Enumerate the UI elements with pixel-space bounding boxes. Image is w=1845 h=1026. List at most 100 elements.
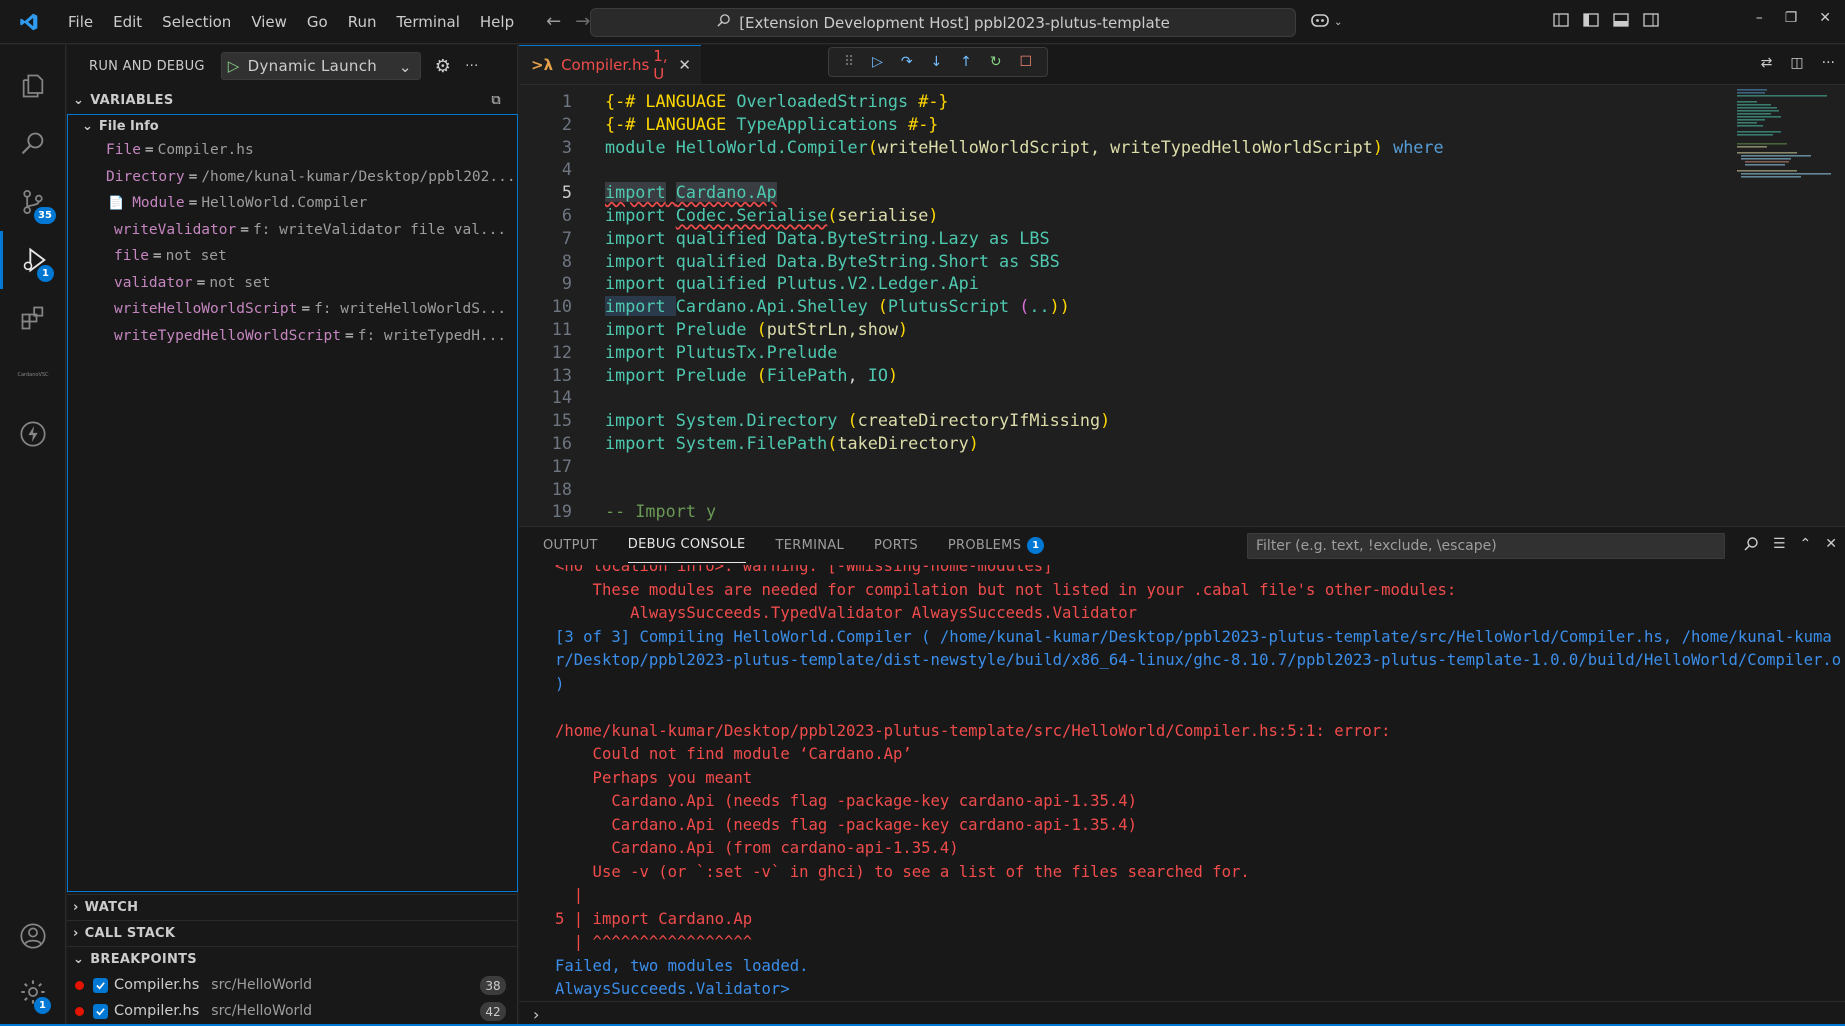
tab-terminal[interactable]: TERMINAL — [776, 527, 845, 563]
manage-gear-icon[interactable]: 1 — [0, 963, 66, 1021]
minimize-icon[interactable]: – — [1756, 10, 1763, 26]
search-view-icon[interactable] — [0, 115, 66, 173]
copilot-icon — [1310, 11, 1330, 33]
menu-file[interactable]: File — [58, 0, 103, 44]
code-editor[interactable]: 1 {-# LANGUAGE OverloadedStrings #-} 2 {… — [519, 86, 1719, 525]
open-changes-icon[interactable]: ⇄ — [1761, 55, 1773, 71]
step-out-icon[interactable]: ↑ — [960, 54, 972, 70]
code-token: ( — [827, 204, 838, 225]
menu-terminal[interactable]: Terminal — [387, 0, 470, 44]
close-tab-icon[interactable]: ✕ — [678, 56, 691, 74]
filter-search-icon[interactable] — [1743, 536, 1759, 556]
code-token: putStrLn,show — [766, 318, 899, 339]
code-token: Plutus.V2.Ledger.Api — [776, 273, 979, 294]
editor-actions: ⇄ ◫ ··· — [1761, 55, 1835, 71]
menu-edit[interactable]: Edit — [103, 0, 152, 44]
step-into-icon[interactable]: ↓ — [931, 54, 943, 70]
code-token: qualified — [675, 273, 777, 294]
run-debug-icon[interactable]: 1 — [0, 231, 66, 289]
breakpoint-path: src/HelloWorld — [211, 1003, 313, 1019]
launch-config-select[interactable]: ▷ Dynamic Launch ⌄ — [220, 52, 421, 80]
copilot-menu[interactable]: ⌄ — [1310, 11, 1350, 33]
tab-debug-console[interactable]: DEBUG CONSOLE — [627, 527, 746, 563]
code-token: where — [1393, 136, 1444, 157]
menu-run[interactable]: Run — [338, 0, 387, 44]
breakpoint-row[interactable]: Compiler.hs src/HelloWorld 38 — [67, 972, 518, 998]
breakpoint-line-badge: 38 — [480, 976, 506, 995]
collapse-all-icon[interactable]: ⧉ — [491, 93, 501, 108]
code-token: import — [605, 227, 676, 248]
forward-arrow-icon[interactable]: → — [575, 11, 590, 32]
customize-layout-icon[interactable] — [1553, 12, 1569, 32]
variable-equals: = — [152, 248, 162, 265]
variable-row[interactable]: writeValidator = f: writeValidator file v… — [68, 217, 517, 244]
breakpoints-section-header[interactable]: ⌄ BREAKPOINTS — [67, 946, 518, 972]
breakpoint-checkbox[interactable] — [93, 977, 108, 993]
clear-console-icon[interactable]: ☰ — [1773, 536, 1786, 556]
thunder-icon[interactable] — [0, 405, 66, 463]
variable-row[interactable]: file = not set — [68, 243, 517, 270]
scm-badge: 35 — [34, 207, 56, 224]
tab-ports[interactable]: PORTS — [874, 527, 918, 563]
code-token: Prelude — [675, 364, 747, 385]
source-control-icon[interactable]: 35 — [0, 173, 66, 231]
menu-selection[interactable]: Selection — [152, 0, 241, 44]
variable-row[interactable]: writeTypedHelloWorldScript = f: writeType… — [68, 323, 517, 350]
minimap[interactable] — [1733, 86, 1845, 525]
variables-section-header[interactable]: ⌄ VARIABLES ⧉ — [67, 87, 517, 113]
drag-handle-icon[interactable]: ⠿ — [844, 54, 854, 70]
variable-row[interactable]: validator = not set — [68, 270, 517, 297]
line-number: 11 — [551, 318, 572, 339]
toggle-panel-icon[interactable] — [1613, 12, 1629, 32]
callstack-section-header[interactable]: › CALL STACK — [67, 920, 518, 946]
code-token: import — [605, 318, 676, 339]
variable-row[interactable]: Directory =/home/kunal-kumar/Desktop/ppbl… — [68, 164, 517, 191]
command-center[interactable]: [Extension Development Host] ppbl2023-pl… — [590, 8, 1296, 37]
console-filter-input[interactable]: Filter (e.g. text, !exclude, \escape) — [1247, 533, 1725, 559]
breakpoint-row[interactable]: Compiler.hs src/HelloWorld 42 — [67, 998, 518, 1024]
breakpoint-checkbox[interactable] — [93, 1003, 108, 1019]
step-over-icon[interactable]: ↷ — [901, 54, 913, 70]
console-input[interactable]: › — [519, 1001, 1845, 1026]
watch-section-header[interactable]: › WATCH — [67, 894, 518, 920]
chevron-down-icon: ⌄ — [73, 92, 85, 108]
variable-row[interactable]: writeHelloWorldScript = f: writeHelloWorl… — [68, 296, 517, 323]
variable-row[interactable]: 📄 Module = HelloWorld.Compiler — [68, 190, 517, 217]
tab-output[interactable]: OUTPUT — [543, 527, 598, 563]
extensions-icon[interactable] — [0, 289, 66, 347]
menu-help[interactable]: Help — [470, 0, 524, 44]
tab-problems[interactable]: PROBLEMS 1 — [948, 527, 1045, 563]
scope-file-info[interactable]: ⌄ File Info — [68, 115, 517, 137]
maximize-icon[interactable]: ❐ — [1785, 10, 1798, 26]
code-token: import — [605, 432, 676, 453]
cardano-vsc-icon[interactable]: CardanoVSC — [0, 361, 66, 389]
scope-label: File Info — [98, 118, 159, 134]
maximize-panel-icon[interactable]: ⌃ — [1800, 536, 1812, 556]
console-line: Use -v (or `:set -v` in ghci) to see a l… — [555, 862, 1250, 881]
close-window-icon[interactable]: ✕ — [1819, 10, 1831, 26]
restart-icon[interactable]: ↻ — [990, 54, 1002, 70]
tab-compiler-hs[interactable]: >λ Compiler.hs 1, U ✕ — [519, 45, 701, 84]
menu-view[interactable]: View — [241, 0, 297, 44]
variable-row[interactable]: File = Compiler.hs — [68, 137, 517, 164]
menu-go[interactable]: Go — [297, 0, 338, 44]
code-token: ( — [827, 432, 838, 453]
code-token: FilePath — [766, 364, 848, 385]
toggle-secondary-sidebar-icon[interactable] — [1643, 12, 1659, 32]
stop-icon[interactable]: ☐ — [1019, 54, 1032, 70]
code-token: #-} — [898, 113, 939, 134]
accounts-icon[interactable] — [0, 907, 66, 965]
back-arrow-icon[interactable]: ← — [546, 11, 561, 32]
close-panel-icon[interactable]: ✕ — [1825, 536, 1837, 556]
start-debugging-icon[interactable]: ▷ — [228, 57, 240, 75]
open-launch-json-gear-icon[interactable]: ⚙ — [435, 56, 451, 77]
more-actions-icon[interactable]: ··· — [1822, 55, 1835, 71]
toggle-primary-sidebar-icon[interactable] — [1583, 12, 1599, 32]
more-actions-icon[interactable]: ··· — [465, 59, 478, 74]
code-token: Data.ByteString.Lazy — [776, 227, 979, 248]
explorer-icon[interactable] — [0, 57, 66, 115]
code-line: 8 import qualified Data.ByteString.Short… — [519, 251, 1719, 274]
continue-icon[interactable]: ▷ — [872, 54, 883, 70]
split-editor-icon[interactable]: ◫ — [1790, 55, 1803, 71]
layout-controls — [1553, 12, 1659, 32]
